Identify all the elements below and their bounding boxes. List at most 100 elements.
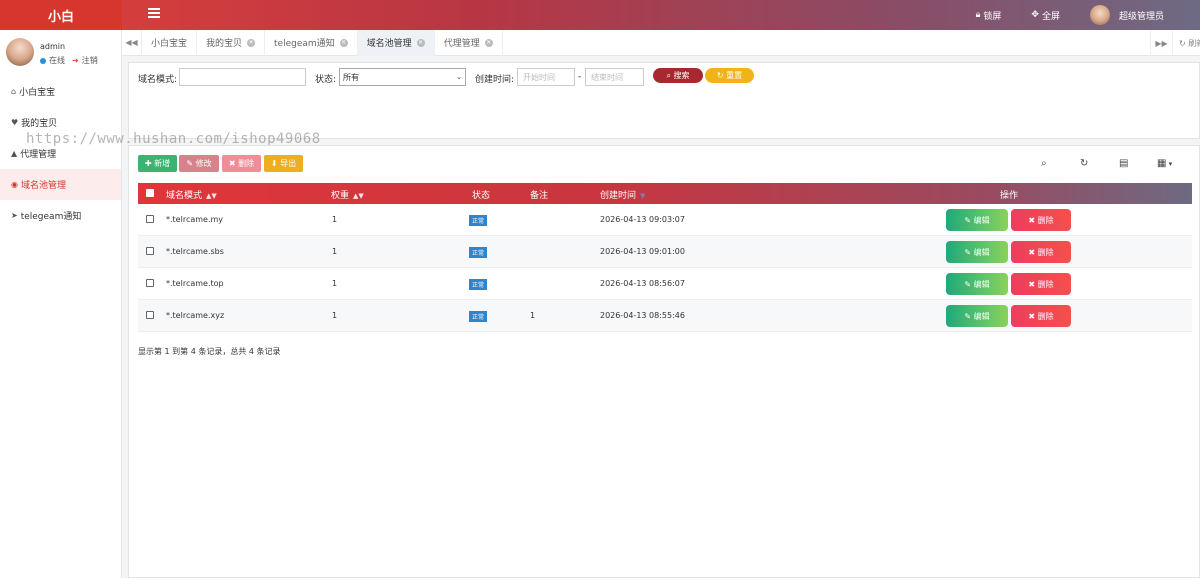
delete-toolbar-button[interactable]: ✖ 删除 xyxy=(222,155,261,172)
table-row: *.telrcame.sbs 1 正常 2026-04-13 09:01:00 … xyxy=(138,236,1192,268)
logout-link[interactable]: 注销 xyxy=(82,55,98,66)
logout-icon[interactable]: ➜ xyxy=(72,56,79,65)
menu-toggle-icon[interactable] xyxy=(148,8,160,20)
edit-toolbar-button[interactable]: ✎ 修改 xyxy=(179,155,219,172)
refresh-tab-button[interactable]: ↻ 刷新 xyxy=(1172,30,1200,56)
user-name: admin xyxy=(40,42,66,51)
column-header-created[interactable]: 创建时间 ▼ xyxy=(600,188,645,201)
edit-icon: ✎ xyxy=(964,279,972,289)
row-delete-label: 删除 xyxy=(1037,215,1054,225)
select-all-checkbox[interactable] xyxy=(146,189,154,197)
refresh-label: 刷新 xyxy=(1188,38,1200,48)
tab-label: telegeam通知 xyxy=(274,39,335,49)
sidebar: admin 在线 ➜ 注销 ⌂ 小白宝宝 ♥ 我的宝贝 ▲ 代理管理 ◉ 域名池… xyxy=(0,30,122,578)
column-header-domain[interactable]: 域名模式 ▲▼ xyxy=(166,188,217,201)
sort-icon: ▲▼ xyxy=(353,192,364,200)
close-icon[interactable]: ✕ xyxy=(339,38,348,47)
tab-my-baby[interactable]: 我的宝贝 ✕ xyxy=(197,29,266,56)
column-header-status: 状态 xyxy=(472,191,491,201)
sidebar-item-home[interactable]: ⌂ 小白宝宝 xyxy=(0,76,121,107)
cell-domain: *.telrcame.sbs xyxy=(166,247,224,256)
start-time-input[interactable]: 开始时间 xyxy=(517,68,575,86)
cell-domain: *.telrcame.top xyxy=(166,279,224,288)
cell-weight: 1 xyxy=(332,215,338,224)
columns-menu-icon[interactable]: ▦ ▾ xyxy=(1157,158,1172,169)
row-delete-button[interactable]: ✖ 删除 xyxy=(1011,209,1071,231)
reset-button[interactable]: ↻ 重置 xyxy=(705,68,754,83)
column-header-label: 域名模式 xyxy=(166,191,203,201)
sidebar-item-label: 域名池管理 xyxy=(20,181,66,191)
edit-icon: ✎ xyxy=(964,247,972,257)
tab-scroll-right-icon[interactable]: ▶▶ xyxy=(1150,30,1172,56)
lock-screen-label: 锁屏 xyxy=(983,11,1002,22)
tab-label: 小白宝宝 xyxy=(151,39,188,49)
delete-icon: ✖ xyxy=(228,159,236,168)
reset-icon: ↻ xyxy=(716,71,724,80)
export-button[interactable]: ⬇ 导出 xyxy=(264,155,303,172)
row-checkbox[interactable] xyxy=(146,279,154,287)
row-delete-label: 删除 xyxy=(1037,247,1054,257)
status-filter-label: 状态: xyxy=(315,75,337,85)
row-edit-button[interactable]: ✎ 编辑 xyxy=(946,241,1008,263)
search-button-label: 搜索 xyxy=(673,71,690,80)
arrow-circle-icon: ➤ xyxy=(11,211,18,220)
close-icon[interactable]: ✕ xyxy=(247,38,256,47)
header-admin-name[interactable]: 超级管理员 xyxy=(1119,9,1164,22)
tab-bar: ◀◀ 小白宝宝 我的宝贝 ✕ telegeam通知 ✕ 域名池管理 ✕ 代理管理… xyxy=(122,29,1200,56)
status-filter-select[interactable]: 所有 ⌄ xyxy=(339,68,466,86)
sidebar-item-label: 代理管理 xyxy=(20,150,57,160)
top-header: 小白 🔒︎ 锁屏 ✥ 全屏 超级管理员 xyxy=(0,0,1200,30)
row-checkbox[interactable] xyxy=(146,247,154,255)
end-time-input[interactable]: 结束时间 xyxy=(585,68,644,86)
lock-screen-button[interactable]: 🔒︎ 锁屏 xyxy=(976,9,1002,22)
cell-domain: *.telrcame.xyz xyxy=(166,311,225,320)
tab-agents[interactable]: 代理管理 ✕ xyxy=(435,29,503,56)
tab-label: 我的宝贝 xyxy=(206,39,243,49)
sidebar-item-domain-pool[interactable]: ◉ 域名池管理 xyxy=(0,169,121,200)
row-delete-label: 删除 xyxy=(1037,311,1054,321)
row-checkbox[interactable] xyxy=(146,215,154,223)
row-edit-button[interactable]: ✎ 编辑 xyxy=(946,273,1008,295)
chevron-down-icon: ⌄ xyxy=(456,73,462,81)
tab-scroll-left-icon[interactable]: ◀◀ xyxy=(122,29,142,56)
row-delete-button[interactable]: ✖ 删除 xyxy=(1011,241,1071,263)
tab-label: 域名池管理 xyxy=(366,39,412,49)
tab-telegram[interactable]: telegeam通知 ✕ xyxy=(265,29,358,56)
cell-remark: 1 xyxy=(530,311,536,320)
table-search-icon[interactable]: ⌕ xyxy=(1041,158,1047,169)
delete-icon: ✖ xyxy=(1028,215,1036,225)
status-badge: 正常 xyxy=(469,215,488,226)
row-delete-button[interactable]: ✖ 删除 xyxy=(1011,305,1071,327)
pagination-summary: 显示第 1 到第 4 条记录，总共 4 条记录 xyxy=(138,347,281,356)
cell-created: 2026-04-13 09:03:07 xyxy=(600,215,685,224)
tab-label: 代理管理 xyxy=(443,39,480,49)
sidebar-item-label: telegeam通知 xyxy=(20,212,82,222)
search-button[interactable]: ⌕ 搜索 xyxy=(653,68,703,83)
cell-domain: *.telrcame.my xyxy=(166,215,224,224)
header-actions: 🔒︎ 锁屏 ✥ 全屏 超级管理员 xyxy=(976,0,1200,30)
tab-home[interactable]: 小白宝宝 xyxy=(142,29,198,56)
sort-icon: ▲▼ xyxy=(206,192,217,200)
table-refresh-icon[interactable]: ↻ xyxy=(1080,158,1088,169)
sidebar-item-telegram[interactable]: ➤ telegeam通知 xyxy=(0,200,121,231)
plus-icon: ✚ xyxy=(144,159,152,168)
table-row: *.telrcame.top 1 正常 2026-04-13 08:56:07 … xyxy=(138,268,1192,300)
row-edit-button[interactable]: ✎ 编辑 xyxy=(946,305,1008,327)
reset-button-label: 重置 xyxy=(726,71,743,80)
edit-toolbar-label: 修改 xyxy=(195,159,212,168)
tab-domain-pool[interactable]: 域名池管理 ✕ xyxy=(357,29,435,56)
table-toggle-view-icon[interactable]: ▤ xyxy=(1119,158,1128,169)
fullscreen-button[interactable]: ✥ 全屏 xyxy=(1031,9,1060,22)
header-avatar[interactable] xyxy=(1089,5,1110,25)
close-icon[interactable]: ✕ xyxy=(416,38,425,47)
row-checkbox[interactable] xyxy=(146,311,154,319)
domain-filter-input[interactable] xyxy=(179,68,306,86)
cell-weight: 1 xyxy=(332,247,338,256)
row-edit-button[interactable]: ✎ 编辑 xyxy=(946,209,1008,231)
row-delete-label: 删除 xyxy=(1037,279,1054,289)
close-icon[interactable]: ✕ xyxy=(484,38,493,47)
app-logo[interactable]: 小白 xyxy=(0,0,122,30)
row-delete-button[interactable]: ✖ 删除 xyxy=(1011,273,1071,295)
column-header-weight[interactable]: 权重 ▲▼ xyxy=(331,188,364,201)
add-button[interactable]: ✚ 新增 xyxy=(138,155,177,172)
